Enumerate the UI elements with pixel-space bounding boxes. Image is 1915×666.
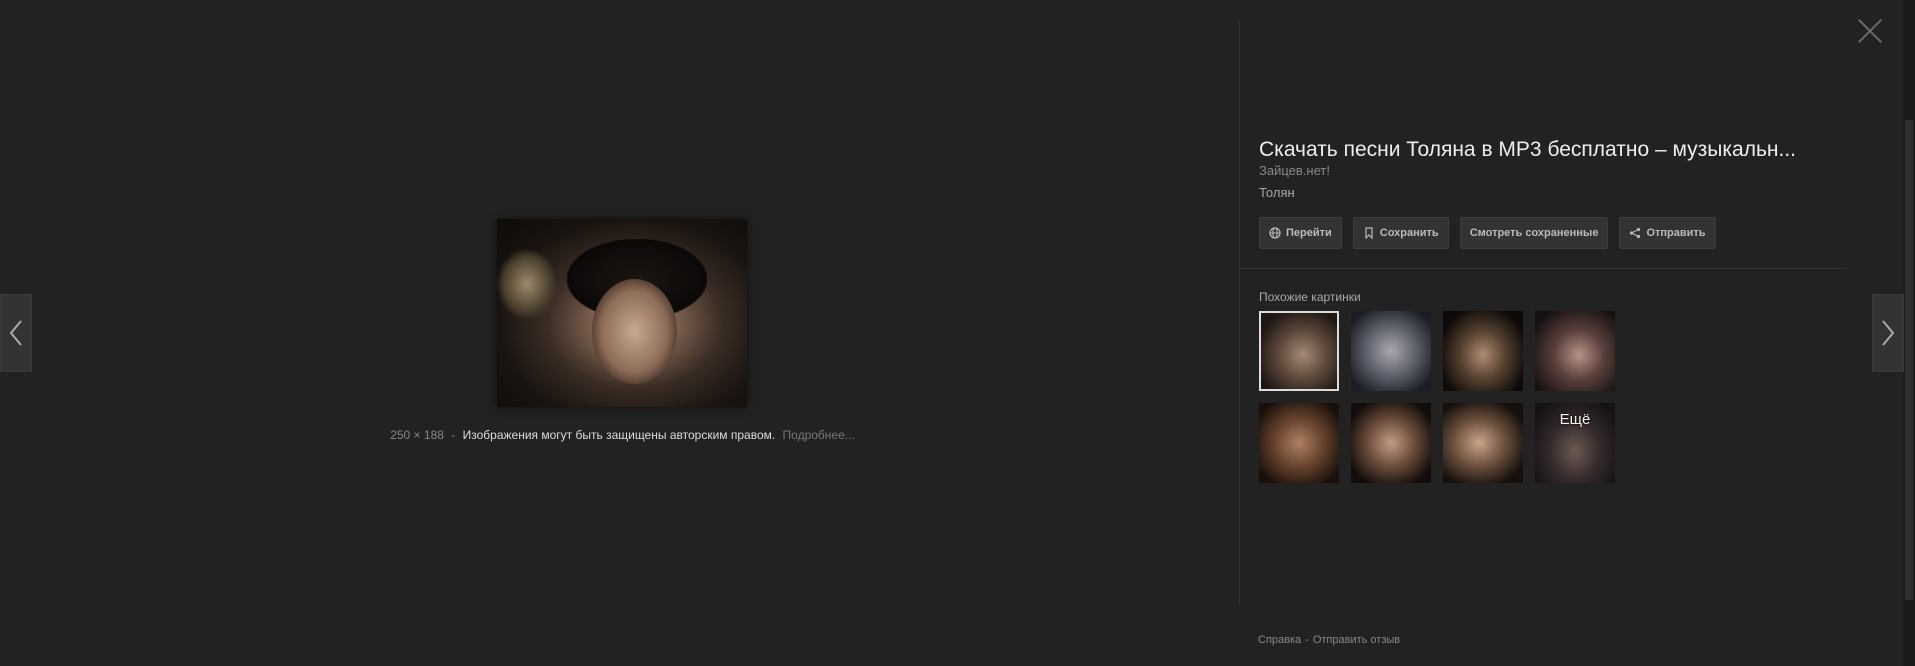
similar-thumb-5[interactable] bbox=[1259, 403, 1339, 483]
visit-button-label: Перейти bbox=[1286, 227, 1332, 239]
image-description: Толян bbox=[1259, 185, 1295, 200]
help-link[interactable]: Справка bbox=[1258, 634, 1301, 646]
save-button-label: Сохранить bbox=[1379, 227, 1439, 239]
similar-thumb-more[interactable]: Ещё bbox=[1535, 403, 1615, 483]
image-size: 250 × 188 bbox=[390, 428, 444, 442]
chevron-left-icon[interactable] bbox=[0, 294, 32, 372]
similar-thumb-1[interactable] bbox=[1259, 311, 1339, 391]
panel-divider bbox=[1239, 20, 1240, 605]
similar-images-grid: Ещё bbox=[1259, 311, 1615, 483]
globe-icon bbox=[1269, 227, 1281, 239]
chevron-right-icon[interactable] bbox=[1872, 294, 1904, 372]
image-lamp bbox=[497, 249, 557, 319]
more-images-label: Ещё bbox=[1559, 410, 1591, 428]
action-row: Перейти Сохранить Смотреть сохраненные О… bbox=[1259, 217, 1716, 249]
share-icon bbox=[1630, 227, 1641, 239]
image-caption: 250 × 188 - Изображения могут быть защищ… bbox=[340, 428, 905, 442]
image-title[interactable]: Скачать песни Толяна в MP3 бесплатно – м… bbox=[1259, 138, 1839, 162]
view-saved-button[interactable]: Смотреть сохраненные bbox=[1459, 217, 1609, 249]
share-button[interactable]: Отправить bbox=[1619, 217, 1716, 249]
view-saved-button-label: Смотреть сохраненные bbox=[1469, 227, 1599, 239]
similar-thumb-2[interactable] bbox=[1351, 311, 1431, 391]
copyright-notice: Изображения могут быть защищены авторски… bbox=[462, 428, 776, 442]
main-image[interactable] bbox=[497, 219, 747, 407]
similar-thumb-6[interactable] bbox=[1351, 403, 1431, 483]
similar-images-label: Похожие картинки bbox=[1259, 290, 1361, 304]
panel-separator bbox=[1240, 268, 1846, 269]
similar-thumb-7[interactable] bbox=[1443, 403, 1523, 483]
source-site[interactable]: Зайцев.нет! bbox=[1259, 163, 1330, 178]
feedback-link[interactable]: Отправить отзыв bbox=[1313, 634, 1400, 646]
save-button[interactable]: Сохранить bbox=[1352, 217, 1449, 249]
share-button-label: Отправить bbox=[1646, 227, 1706, 239]
caption-separator: - bbox=[451, 428, 456, 442]
footer-separator: - bbox=[1305, 634, 1309, 646]
more-info-link[interactable]: Подробнее... bbox=[783, 428, 855, 442]
close-icon[interactable] bbox=[1857, 18, 1883, 44]
similar-thumb-3[interactable] bbox=[1443, 311, 1523, 391]
visit-button[interactable]: Перейти bbox=[1259, 217, 1342, 249]
image-face bbox=[592, 279, 677, 384]
bookmark-icon bbox=[1365, 227, 1373, 239]
similar-thumb-4[interactable] bbox=[1535, 311, 1615, 391]
scrollbar-thumb[interactable] bbox=[1905, 120, 1913, 600]
footer: Справка - Отправить отзыв bbox=[1258, 634, 1400, 646]
